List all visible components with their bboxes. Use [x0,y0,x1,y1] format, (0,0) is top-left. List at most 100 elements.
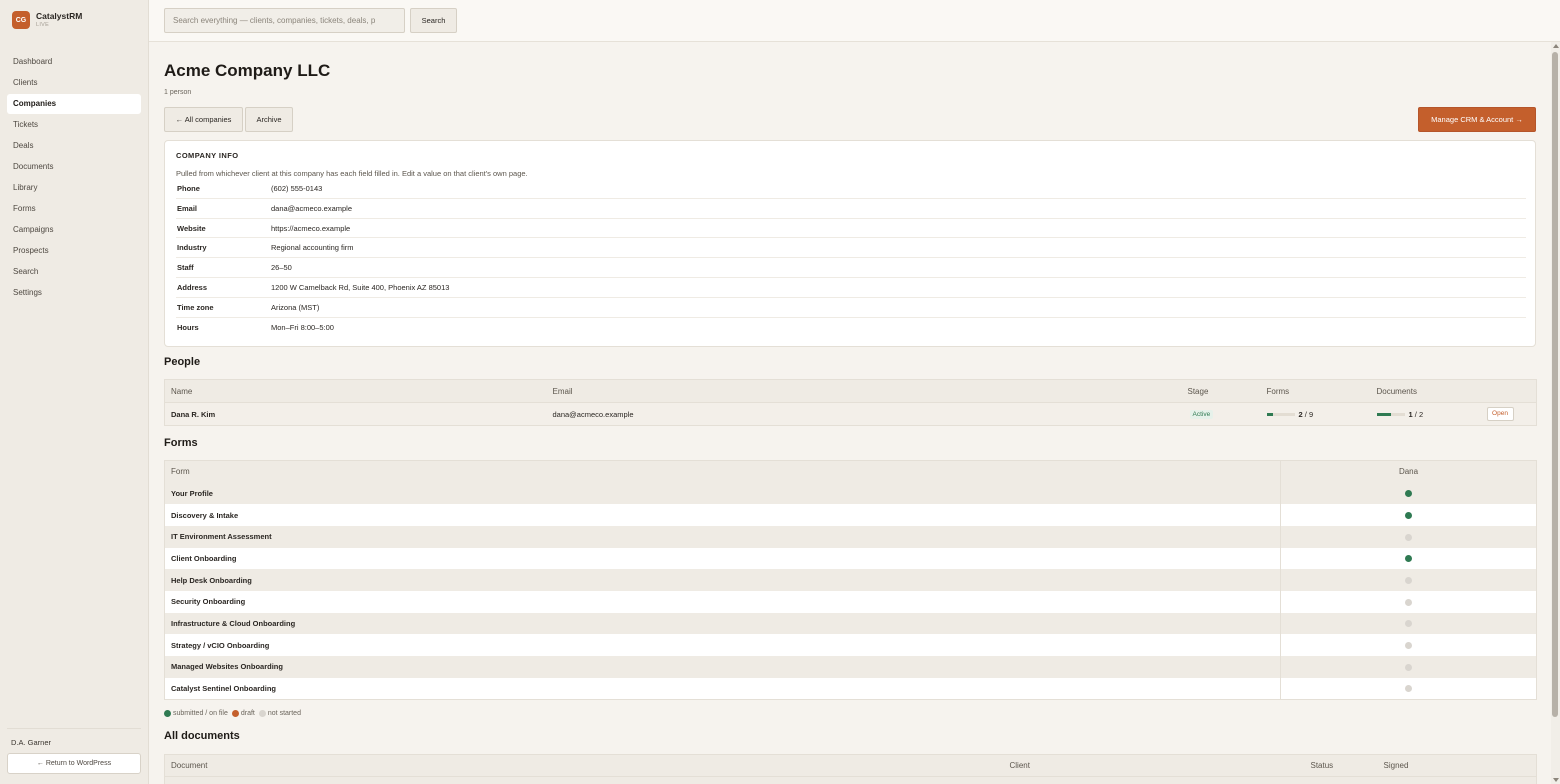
status-cell [1280,525,1537,548]
scroll-down-icon[interactable] [1553,778,1559,782]
column-header-status[interactable]: Status [1304,754,1378,777]
column-header-documents[interactable]: Documents [1370,379,1481,403]
form-name[interactable]: Help Desk Onboarding [164,569,1281,591]
column-header-name[interactable]: Name [164,379,547,403]
column-header-forms[interactable]: Forms [1260,379,1371,403]
sidebar-footer: D.A. Garner ← Return to WordPress [7,728,141,774]
form-name[interactable]: Discovery & Intake [164,504,1281,526]
legend-submitted: submitted / on file [164,710,228,717]
scroll-thumb[interactable] [1552,52,1558,717]
status-cell [1280,634,1537,656]
open-person-button[interactable]: Open [1486,407,1514,421]
actions-cell: Open [1480,402,1537,426]
sidebar-divider [7,728,141,729]
sidebar-item-search[interactable]: Search [7,262,141,282]
forms-progress-bar [1266,413,1295,417]
global-search-input[interactable] [164,8,405,33]
people-table: Name Email Stage Forms Documents Dana R.… [164,379,1537,426]
table-row[interactable]: Your Profile [164,482,1537,505]
table-row[interactable]: Infrastructure & Cloud Onboarding [164,612,1537,635]
status-dot-icon [1405,533,1412,541]
sidebar-item-clients[interactable]: Clients [7,73,141,93]
not-started-dot-icon [258,710,266,717]
status-cell [1280,569,1537,591]
info-row-hours: Hours Mon–Fri 8:00–5:00 [176,318,1526,338]
column-header-dana[interactable]: Dana [1280,460,1537,483]
current-user: D.A. Garner [11,738,52,747]
forms-progress-cell: 2 / 9 [1260,402,1371,426]
docs-progress-bar [1376,413,1405,417]
sidebar-item-deals[interactable]: Deals [7,136,141,156]
status-cell [1280,547,1537,570]
search-button[interactable]: Search [410,8,457,33]
sidebar-item-forms[interactable]: Forms [7,199,141,219]
info-label: Time zone [177,302,214,312]
form-name[interactable]: Managed Websites Onboarding [164,656,1281,678]
company-info-card: COMPANY INFO Pulled from whichever clien… [164,140,1536,347]
table-row[interactable]: Discovery & Intake [164,504,1537,526]
table-row[interactable]: Help Desk Onboarding [164,569,1537,591]
info-row-email: Email dana@acmeco.example [176,199,1526,219]
column-header-email[interactable]: Email [546,379,1182,403]
person-name[interactable]: Dana R. Kim [164,402,547,426]
table-row[interactable]: Client Onboarding [164,547,1537,570]
page-scrollbar[interactable] [1551,42,1560,784]
sidebar-item-campaigns[interactable]: Campaigns [7,220,141,240]
status-dot-icon [1405,555,1412,563]
form-name[interactable]: Catalyst Sentinel Onboarding [164,677,1281,700]
forms-heading: Forms [164,437,198,449]
documents-heading: All documents [164,730,240,742]
status-dot-icon [1405,598,1412,606]
sidebar-item-settings[interactable]: Settings [7,283,141,303]
sidebar-item-dashboard[interactable]: Dashboard [7,52,141,72]
status-cell [1280,612,1537,635]
person-email: dana@acmeco.example [546,402,1182,426]
archive-button[interactable]: Archive [245,107,293,132]
forms-table: Form Dana Your Profile Discovery & Intak… [164,460,1537,700]
info-row-phone: Phone (602) 555-0143 [176,179,1526,199]
legend-not-started: not started [258,710,301,717]
all-companies-button[interactable]: ← All companies [164,107,243,132]
table-row[interactable]: IT Environment Assessment [164,525,1537,548]
info-label: Staff [177,263,194,273]
stage-cell: Active [1181,402,1261,426]
table-row[interactable]: Catalyst Sentinel Onboarding [164,677,1537,700]
status-cell [1280,482,1537,505]
column-header-document[interactable]: Document [164,754,1004,777]
table-row[interactable]: Dana R. Kim dana@acmeco.example Active 2… [164,402,1537,426]
sidebar-item-library[interactable]: Library [7,178,141,198]
column-header-stage[interactable]: Stage [1181,379,1261,403]
table-row[interactable]: Security Onboarding [164,590,1537,613]
info-value: Regional accounting firm [271,243,354,253]
sidebar: CG CatalystRM LIVE Dashboard Clients Com… [0,0,149,784]
table-row[interactable]: Strategy / vCIO Onboarding [164,634,1537,656]
info-value: (602) 555-0143 [271,184,323,193]
column-header-actions [1480,379,1537,403]
column-header-client[interactable]: Client [1003,754,1305,777]
column-header-form[interactable]: Form [164,460,1281,483]
form-name[interactable]: Strategy / vCIO Onboarding [164,634,1281,656]
forms-legend: submitted / on file draft not started [164,710,305,717]
form-name[interactable]: Security Onboarding [164,590,1281,613]
form-name[interactable]: Infrastructure & Cloud Onboarding [164,612,1281,635]
form-name[interactable]: Your Profile [164,482,1281,505]
brand-logo: CG [12,11,30,29]
people-count: 1 person [164,89,192,96]
app-status: LIVE [36,22,50,28]
table-row[interactable] [164,776,1537,784]
scroll-up-icon[interactable] [1553,44,1559,48]
form-name[interactable]: IT Environment Assessment [164,525,1281,548]
sidebar-nav: Dashboard Clients Companies Tickets Deal… [7,52,141,304]
sidebar-item-prospects[interactable]: Prospects [7,241,141,261]
sidebar-item-documents[interactable]: Documents [7,157,141,177]
info-label: Address [177,282,208,292]
brand[interactable]: CG CatalystRM LIVE [12,11,82,29]
return-to-wordpress-button[interactable]: ← Return to WordPress [7,753,141,774]
status-cell [1280,504,1537,526]
manage-crm-account-button[interactable]: Manage CRM & Account → [1418,107,1536,132]
column-header-signed[interactable]: Signed [1377,754,1537,777]
form-name[interactable]: Client Onboarding [164,547,1281,570]
sidebar-item-tickets[interactable]: Tickets [7,115,141,135]
table-row[interactable]: Managed Websites Onboarding [164,656,1537,678]
sidebar-item-companies[interactable]: Companies [7,94,141,114]
